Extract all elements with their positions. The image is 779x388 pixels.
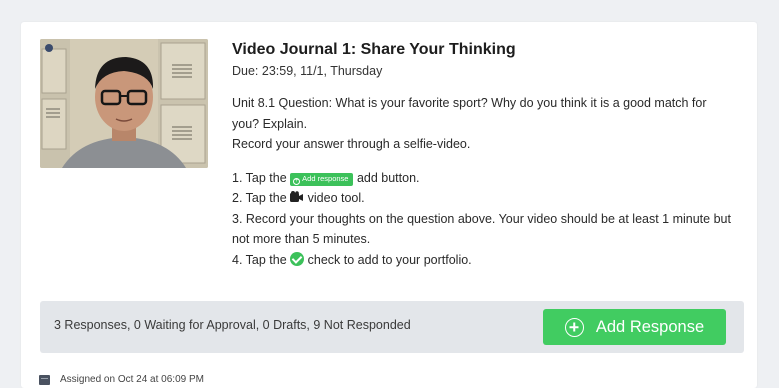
assigned-date: Assigned on Oct 24 at 06:09 PM: [60, 374, 204, 385]
plus-circle-icon: [564, 317, 584, 337]
instruction-steps: 1. Tap the + Add response add button. 2. …: [232, 168, 732, 271]
step-2: 2. Tap the video tool.: [232, 188, 732, 209]
assignment-content: Video Journal 1: Share Your Thinking Due…: [232, 39, 732, 270]
video-camera-icon: [290, 191, 304, 202]
add-response-button[interactable]: Add Response: [543, 309, 726, 345]
due-date: Due: 23:59, 11/1, Thursday: [232, 64, 383, 78]
step-1-prefix: 1. Tap the: [232, 170, 287, 185]
assignment-question: Unit 8.1 Question: What is your favorite…: [232, 93, 732, 155]
add-response-button-label: Add Response: [595, 317, 705, 336]
question-text: Unit 8.1 Question: What is your favorite…: [232, 96, 707, 131]
check-circle-icon: [290, 251, 305, 266]
step-1-suffix: add button.: [356, 170, 420, 185]
step-2-prefix: 2. Tap the: [232, 191, 287, 205]
step-2-suffix: video tool.: [307, 191, 365, 205]
step-4-prefix: 4. Tap the: [232, 252, 287, 267]
step-3: 3. Record your thoughts on the question …: [232, 211, 731, 247]
step-1: 1. Tap the + Add response add button.: [232, 168, 732, 189]
thumbnail-image: [40, 39, 208, 168]
assignment-card: Video Journal 1: Share Your Thinking Due…: [21, 22, 757, 388]
step-4: 4. Tap the check to add to your portfoli…: [232, 250, 732, 271]
question-instruction: Record your answer through a selfie-vide…: [232, 137, 471, 151]
response-status-bar: 3 Responses, 0 Waiting for Approval, 0 D…: [40, 301, 744, 353]
response-summary: 3 Responses, 0 Waiting for Approval, 0 D…: [54, 318, 411, 332]
step-4-suffix: check to add to your portfolio.: [307, 252, 472, 267]
add-response-pill: + Add response: [290, 172, 354, 186]
assigned-info: Assigned on Oct 24 at 06:09 PM: [39, 374, 204, 385]
add-response-pill-label: Add response: [302, 173, 349, 183]
plus-circle-icon: +: [293, 177, 301, 185]
student-video-thumbnail[interactable]: [40, 39, 208, 168]
assignment-title: Video Journal 1: Share Your Thinking: [232, 41, 516, 58]
calendar-icon: [39, 374, 50, 385]
